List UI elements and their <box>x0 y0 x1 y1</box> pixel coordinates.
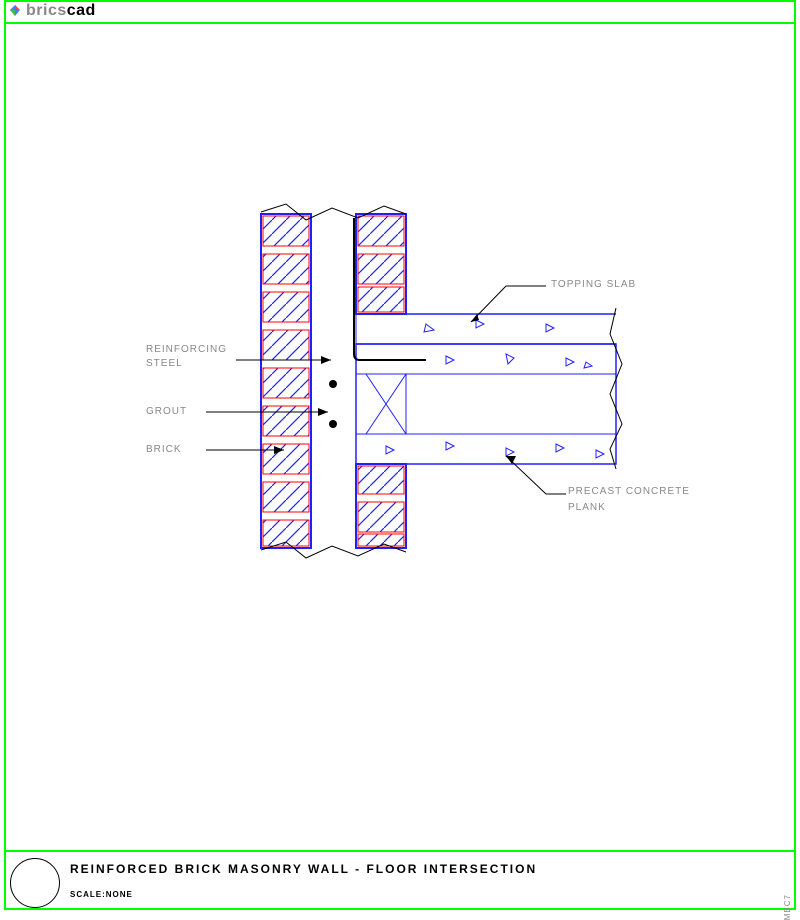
title-block: REINFORCED BRICK MASONRY WALL - FLOOR IN… <box>6 850 794 910</box>
drawing-code: MBC7 <box>783 894 792 920</box>
label-precast-2: PLANK <box>568 502 606 513</box>
label-precast-1: PRECAST CONCRETE <box>568 486 690 497</box>
drawing-canvas: TOPPING SLAB REINFORCING STEEL GROUT BRI… <box>6 24 794 844</box>
header: bricscad <box>8 2 96 20</box>
label-topping-slab: TOPPING SLAB <box>551 279 636 290</box>
label-reinforcing-2: STEEL <box>146 358 183 369</box>
detail-marker-circle <box>10 858 60 908</box>
label-grout: GROUT <box>146 406 187 417</box>
brand-part2: cad <box>67 2 96 19</box>
label-brick: BRICK <box>146 444 182 455</box>
drawing-title: REINFORCED BRICK MASONRY WALL - FLOOR IN… <box>70 862 537 876</box>
brand-text: bricscad <box>26 2 96 20</box>
scale-note: SCALE:NONE <box>70 890 133 899</box>
bricscad-logo-icon <box>8 4 22 18</box>
brand-part1: brics <box>26 2 67 19</box>
label-reinforcing-1: REINFORCING <box>146 344 227 355</box>
cad-drawing <box>6 24 794 844</box>
